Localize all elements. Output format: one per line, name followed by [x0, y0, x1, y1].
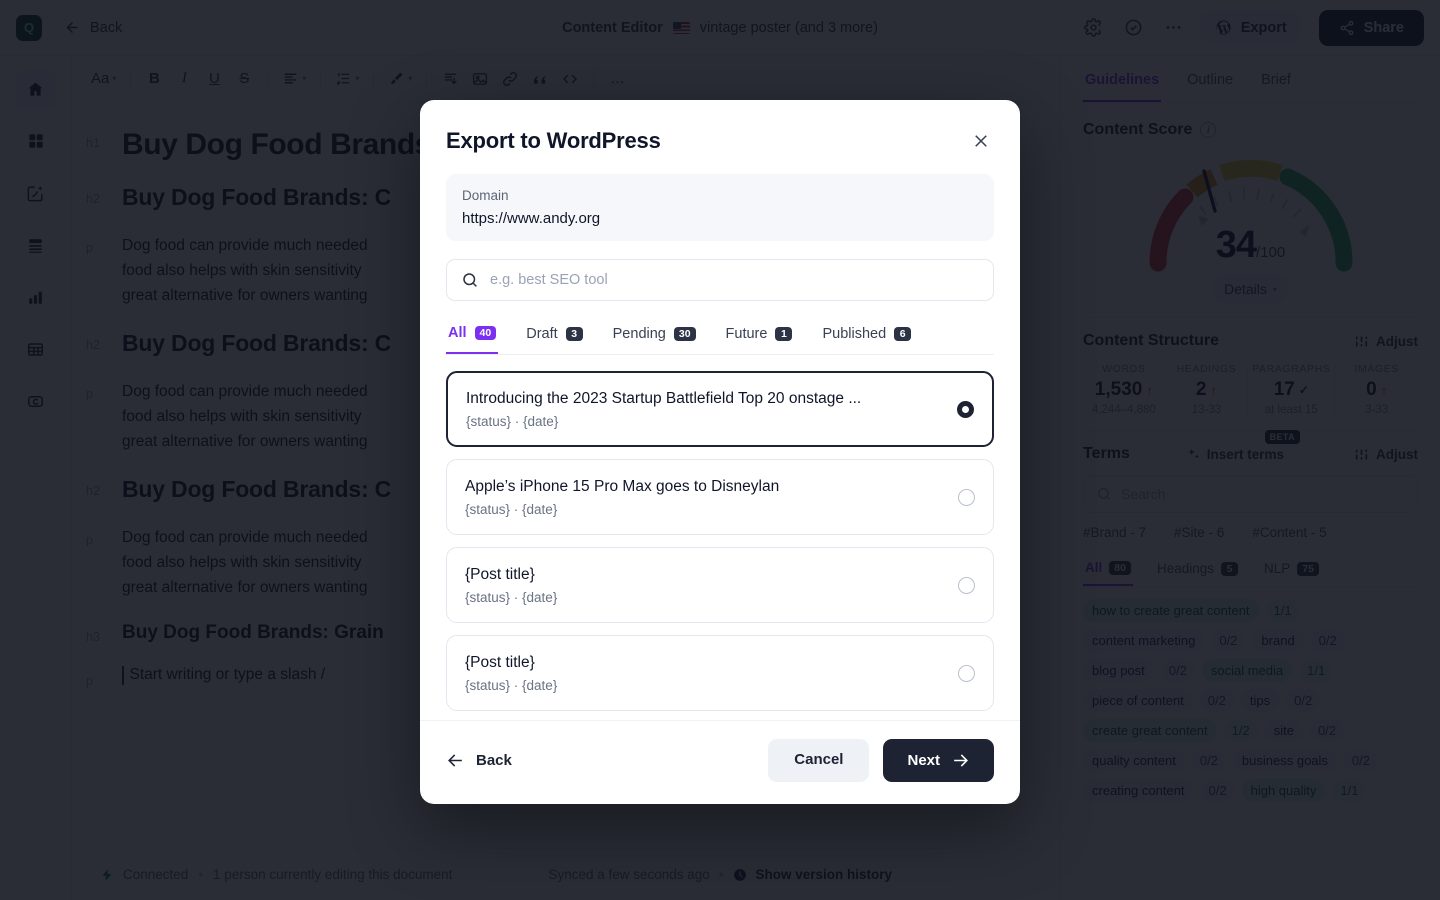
tab-count: 1: [775, 327, 793, 341]
modal-header: Export to WordPress: [420, 100, 1020, 160]
post-status-tabs: All 40 Draft 3 Pending 30 Future 1 Publi…: [446, 321, 994, 355]
tab-published[interactable]: Published 6: [820, 321, 913, 354]
post-list-item[interactable]: Apple’s iPhone 15 Pro Max goes to Disney…: [446, 459, 994, 535]
tab-label: Draft: [526, 326, 558, 342]
tab-all[interactable]: All 40: [446, 321, 499, 354]
tab-label: Pending: [612, 326, 666, 342]
cancel-button[interactable]: Cancel: [768, 739, 870, 782]
tab-label: Future: [725, 326, 768, 342]
tab-count: 3: [565, 327, 583, 341]
next-label: Next: [907, 752, 940, 769]
arrow-left-icon: [448, 754, 462, 767]
domain-label: Domain: [462, 188, 509, 203]
screen-root: Q Back Content Editor vintage poster (an…: [0, 0, 1440, 900]
post-radio[interactable]: [958, 576, 975, 594]
tab-future[interactable]: Future 1: [724, 321, 795, 354]
post-title: {Post title}: [465, 565, 535, 583]
search-icon: [463, 273, 477, 287]
domain-field: Domain https://www.andy.org: [446, 174, 994, 241]
modal-footer-actions: Cancel Next: [768, 739, 994, 782]
tab-count: 40: [474, 326, 497, 340]
post-info: Introducing the 2023 Startup Battlefield…: [466, 390, 943, 429]
tab-pending[interactable]: Pending 30: [611, 321, 698, 354]
post-list[interactable]: Introducing the 2023 Startup Battlefield…: [446, 355, 994, 720]
post-list-item[interactable]: Introducing the 2023 Startup Battlefield…: [446, 371, 994, 447]
post-list-item[interactable]: {Post title} {status} · {date}: [446, 547, 994, 623]
tab-label: Published: [822, 326, 887, 342]
tab-count: 6: [894, 327, 912, 341]
next-button[interactable]: Next: [883, 739, 994, 782]
arrow-right-icon: [954, 754, 968, 767]
post-list-item[interactable]: {Post title} {status} · {date}: [446, 635, 994, 711]
post-radio[interactable]: [958, 488, 975, 506]
close-icon[interactable]: [968, 128, 994, 154]
post-meta: {status} · {date}: [465, 501, 558, 517]
modal-back-button[interactable]: Back: [446, 751, 512, 770]
post-title: Apple’s iPhone 15 Pro Max goes to Disney…: [465, 477, 780, 495]
post-radio[interactable]: [958, 664, 975, 682]
post-search-input[interactable]: e.g. best SEO tool: [446, 259, 994, 301]
export-wordpress-modal: Export to WordPress Domain https://www.a…: [420, 100, 1020, 804]
post-title: Introducing the 2023 Startup Battlefield…: [466, 389, 862, 407]
domain-value: https://www.andy.org: [462, 210, 601, 227]
post-info: {Post title} {status} · {date}: [465, 566, 944, 605]
tab-draft[interactable]: Draft 3: [524, 321, 584, 354]
modal-back-label: Back: [476, 752, 512, 769]
modal-body: Domain https://www.andy.org e.g. best SE…: [420, 160, 1020, 720]
post-search-placeholder: e.g. best SEO tool: [490, 272, 608, 288]
tab-count: 30: [673, 327, 696, 341]
post-info: Apple’s iPhone 15 Pro Max goes to Disney…: [465, 478, 944, 517]
modal-footer: Back Cancel Next: [420, 720, 1020, 804]
post-info: {Post title} {status} · {date}: [465, 654, 944, 693]
tab-label: All: [448, 325, 467, 341]
post-meta: {status} · {date}: [465, 677, 558, 693]
post-meta: {status} · {date}: [466, 413, 559, 429]
post-meta: {status} · {date}: [465, 589, 558, 605]
post-radio-selected[interactable]: [957, 400, 974, 418]
modal-title: Export to WordPress: [446, 128, 661, 153]
post-title: {Post title}: [465, 653, 535, 671]
